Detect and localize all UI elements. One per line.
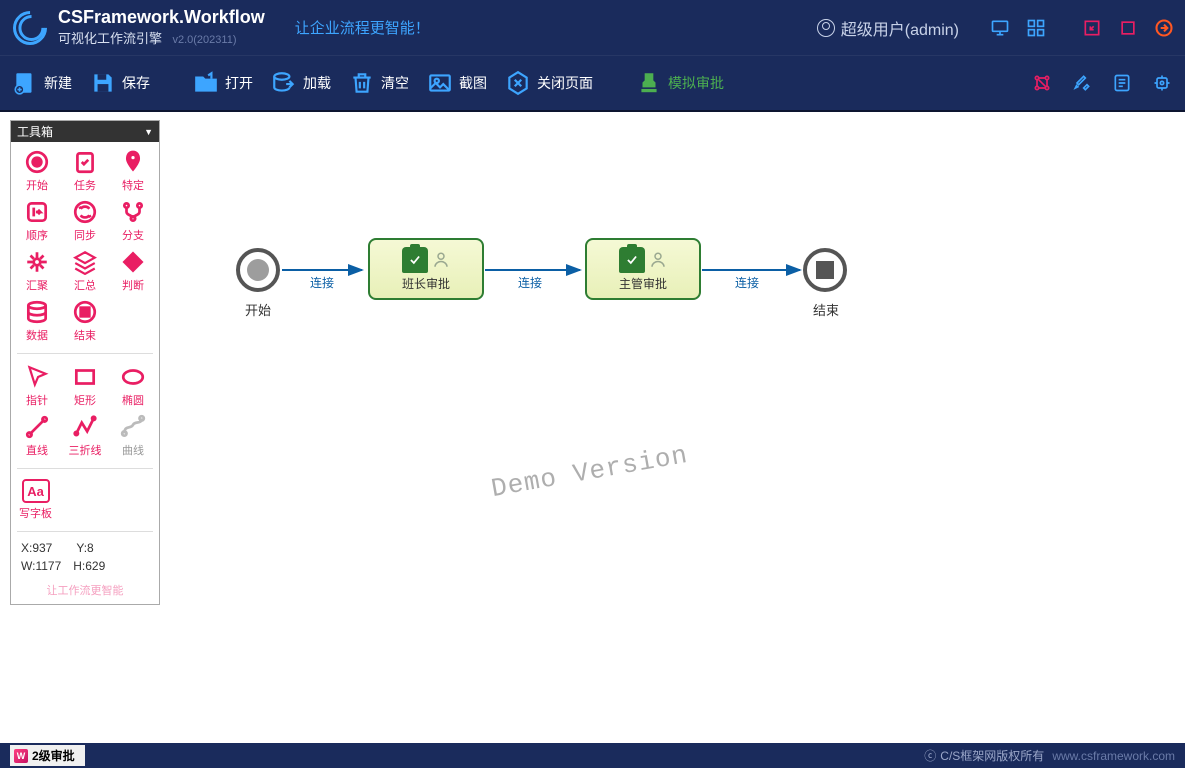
- tool-data[interactable]: 数据: [13, 296, 61, 346]
- link-label-3[interactable]: 连接: [735, 274, 759, 291]
- tool-specific[interactable]: 特定: [109, 146, 157, 196]
- tool-curve[interactable]: 曲线: [109, 411, 157, 461]
- user-icon: [817, 19, 835, 37]
- load-icon: [271, 70, 297, 96]
- closepage-button[interactable]: 关闭页面: [505, 70, 593, 96]
- node-end-label: 结束: [813, 300, 839, 319]
- task1-label: 班长审批: [402, 275, 450, 292]
- node-task-2[interactable]: 主管审批: [585, 238, 701, 300]
- app-subtitle: 可视化工作流引擎: [58, 31, 162, 46]
- simulate-button[interactable]: 模拟审批: [636, 70, 724, 96]
- window-icon[interactable]: [1117, 17, 1139, 39]
- tool-end[interactable]: 结束: [61, 296, 109, 346]
- canvas[interactable]: 连接 连接 连接 开始 班长审批 主管审批 结束 Demo Version: [0, 112, 1185, 743]
- node-task-1[interactable]: 班长审批: [368, 238, 484, 300]
- tool-start[interactable]: 开始: [13, 146, 61, 196]
- tool-rect[interactable]: 矩形: [61, 361, 109, 411]
- chevron-down-icon[interactable]: ▼: [144, 127, 153, 137]
- tab-icon: W: [14, 749, 28, 763]
- collapse-icon[interactable]: [1081, 17, 1103, 39]
- copyright-text: C/S框架网版权所有: [940, 747, 1044, 764]
- tool-decision[interactable]: 判断: [109, 246, 157, 296]
- open-button[interactable]: 打开: [193, 70, 253, 96]
- user-name: 超级用户(admin): [841, 16, 959, 40]
- main-area: 工具箱 ▼ 开始 任务 特定 顺序 同步 分支 汇聚 汇总 判断 数据 结束 指…: [0, 110, 1185, 743]
- image-icon: [427, 70, 453, 96]
- tool-line[interactable]: 直线: [13, 411, 61, 461]
- toolbox-coords: X:937Y:8 W:1177H:629: [11, 535, 159, 579]
- exit-icon[interactable]: [1153, 17, 1175, 39]
- title-block: CSFramework.Workflow 可视化工作流引擎 v2.0(20231…: [58, 7, 265, 48]
- load-button[interactable]: 加载: [271, 70, 331, 96]
- person-icon: [432, 250, 450, 270]
- toolbox-title-bar[interactable]: 工具箱 ▼: [11, 121, 159, 142]
- save-icon: [90, 70, 116, 96]
- tool-summary[interactable]: 汇总: [61, 246, 109, 296]
- settings-tools-icon[interactable]: [1071, 72, 1093, 94]
- logo-icon: [10, 8, 50, 48]
- tool-textboard[interactable]: Aa写字板: [19, 476, 52, 524]
- tool-branch[interactable]: 分支: [109, 196, 157, 246]
- new-button[interactable]: 新建: [12, 70, 72, 96]
- save-button[interactable]: 保存: [90, 70, 150, 96]
- footer-url[interactable]: www.csframework.com: [1052, 749, 1175, 763]
- node-start[interactable]: [236, 248, 280, 292]
- toolbox-panel: 工具箱 ▼ 开始 任务 特定 顺序 同步 分支 汇聚 汇总 判断 数据 结束 指…: [10, 120, 160, 605]
- node-end[interactable]: [803, 248, 847, 292]
- monitor-icon[interactable]: [989, 17, 1011, 39]
- tool-ellipse[interactable]: 椭圆: [109, 361, 157, 411]
- clipboard-check-icon: [619, 247, 645, 273]
- document-tab[interactable]: W 2级审批: [10, 745, 85, 766]
- stamp-icon: [636, 70, 662, 96]
- link-label-2[interactable]: 连接: [518, 274, 542, 291]
- watermark: Demo Version: [489, 440, 690, 504]
- tool-converge[interactable]: 汇聚: [13, 246, 61, 296]
- clipboard-check-icon: [402, 247, 428, 273]
- chip-icon[interactable]: [1151, 72, 1173, 94]
- header-tools: [989, 17, 1175, 39]
- app-title: CSFramework.Workflow: [58, 7, 265, 28]
- tool-sequence[interactable]: 顺序: [13, 196, 61, 246]
- link-label-1[interactable]: 连接: [310, 274, 334, 291]
- tool-polyline[interactable]: 三折线: [61, 411, 109, 461]
- new-icon: [12, 70, 38, 96]
- toolbox-footer: 让工作流更智能: [11, 579, 159, 604]
- user-block[interactable]: 超级用户(admin): [817, 16, 959, 40]
- node-start-label: 开始: [245, 300, 271, 319]
- tool-sync[interactable]: 同步: [61, 196, 109, 246]
- open-icon: [193, 70, 219, 96]
- slogan: 让企业流程更智能！: [295, 17, 430, 38]
- app-header: CSFramework.Workflow 可视化工作流引擎 v2.0(20231…: [0, 0, 1185, 55]
- task2-label: 主管审批: [619, 275, 667, 292]
- tool-task[interactable]: 任务: [61, 146, 109, 196]
- person-icon: [649, 250, 667, 270]
- form-icon[interactable]: [1111, 72, 1133, 94]
- main-toolbar: 新建 保存 打开 加载 清空 截图 关闭页面 模拟审批: [0, 55, 1185, 110]
- close-hex-icon: [505, 70, 531, 96]
- trash-icon: [349, 70, 375, 96]
- screenshot-button[interactable]: 截图: [427, 70, 487, 96]
- connections-icon[interactable]: [1031, 72, 1053, 94]
- status-bar: W 2级审批 ⓒ C/S框架网版权所有 www.csframework.com: [0, 743, 1185, 768]
- clear-button[interactable]: 清空: [349, 70, 409, 96]
- app-version: v2.0(202311): [172, 34, 236, 46]
- tool-pointer[interactable]: 指针: [13, 361, 61, 411]
- apps-icon[interactable]: [1025, 17, 1047, 39]
